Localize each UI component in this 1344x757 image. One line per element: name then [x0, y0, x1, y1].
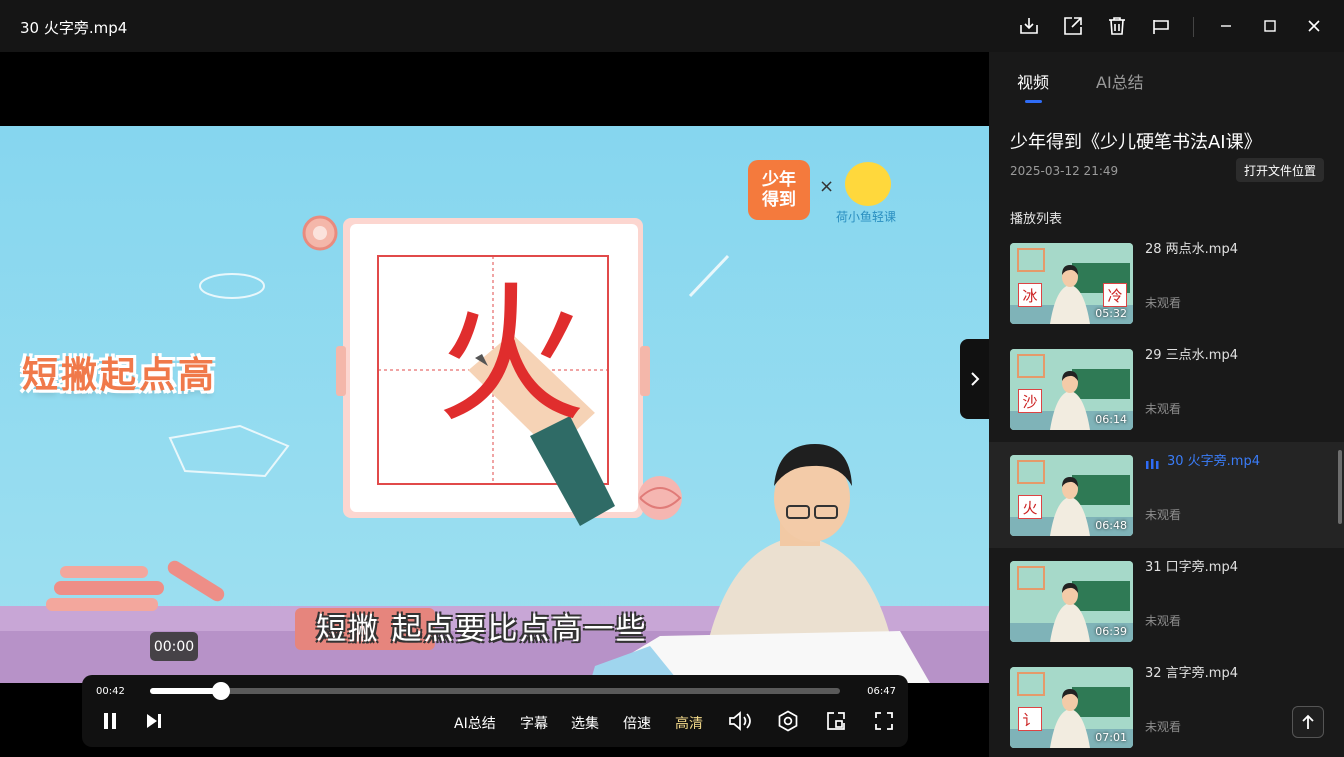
picture-in-picture-icon — [827, 712, 845, 730]
video-frame[interactable]: 少年得到 × 荷小鱼轻课 短撇起点高 火 短撇 起点要比点高一些 — [0, 126, 989, 683]
playlist-item[interactable]: 沙 06:14 29 三点水.mp4 未观看 — [989, 336, 1344, 442]
video-thumbnail: 沙 06:14 — [1010, 349, 1133, 430]
watch-status: 未观看 — [1145, 508, 1182, 522]
pause-button[interactable] — [100, 711, 120, 731]
back-to-top-button[interactable] — [1292, 706, 1324, 738]
duration-time: 06:47 — [867, 686, 896, 697]
fullscreen-icon — [875, 712, 893, 730]
course-date: 2025-03-12 21:49 — [1010, 164, 1119, 178]
tab-video[interactable]: 视频 — [1017, 69, 1049, 93]
maximize-icon[interactable] — [1258, 14, 1282, 38]
lesson-character: 火 — [436, 269, 587, 443]
settings-button[interactable] — [776, 710, 800, 732]
brand-logo: 少年得到 — [748, 160, 810, 220]
speed-button[interactable]: 倍速 — [623, 713, 651, 733]
now-playing-icon — [1146, 454, 1160, 473]
video-area[interactable]: 少年得到 × 荷小鱼轻课 短撇起点高 火 短撇 起点要比点高一些 — [0, 52, 989, 757]
open-file-location-button[interactable]: 打开文件位置 — [1236, 158, 1324, 182]
tab-ai-summary[interactable]: AI总结 — [1096, 69, 1144, 93]
fullscreen-button[interactable] — [872, 711, 896, 731]
settings-icon — [778, 710, 798, 732]
titlebar-separator — [1193, 17, 1194, 37]
quality-button[interactable]: 高清 — [675, 713, 703, 733]
playlist-item[interactable]: 讠 07:01 32 言字旁.mp4 未观看 — [989, 654, 1344, 757]
share-icon[interactable] — [1061, 14, 1085, 38]
thumbnail-character: 冷 — [1103, 283, 1127, 307]
thumbnail-character: 冰 — [1018, 283, 1042, 307]
next-button[interactable] — [144, 711, 164, 731]
current-time: 00:42 — [96, 686, 125, 697]
playlist-item[interactable]: 06:39 31 口字旁.mp4 未观看 — [989, 548, 1344, 654]
playlist-label: 播放列表 — [1010, 212, 1063, 227]
progress-handle[interactable] — [212, 682, 231, 700]
video-duration: 06:14 — [1095, 413, 1127, 426]
chevron-right-icon — [970, 372, 979, 386]
video-subtitle: 短撇 起点要比点高一些 — [316, 612, 648, 647]
lesson-slogan: 短撇起点高 — [22, 355, 218, 396]
video-thumbnail: 讠 07:01 — [1010, 667, 1133, 748]
delete-icon[interactable] — [1105, 14, 1129, 38]
playlist-scrollbar[interactable] — [1338, 450, 1342, 524]
pause-icon — [104, 713, 116, 729]
playlist-item-title: 30 火字旁.mp4 — [1167, 454, 1260, 469]
player-controls: 00:42 06:47 AI总结 字幕 选集 倍速 高清 — [82, 675, 908, 747]
video-thumbnail: 冰 冷 05:32 — [1010, 243, 1133, 324]
collapse-panel-button[interactable] — [960, 339, 989, 419]
arrow-up-icon — [1302, 714, 1314, 729]
playlist-item[interactable]: 冰 冷 05:32 28 两点水.mp4 未观看 — [989, 230, 1344, 336]
playlist-item-title: 28 两点水.mp4 — [1145, 242, 1238, 257]
skip-next-icon — [147, 714, 161, 728]
logo-times: × — [819, 176, 835, 197]
title-bar: 30 火字旁.mp4 — [0, 0, 1344, 52]
watch-status: 未观看 — [1145, 614, 1182, 628]
video-thumbnail: 火 06:48 — [1010, 455, 1133, 536]
playlist-item-title: 31 口字旁.mp4 — [1145, 560, 1238, 575]
watch-status: 未观看 — [1145, 402, 1182, 416]
watch-status: 未观看 — [1145, 720, 1182, 734]
video-duration: 06:48 — [1095, 519, 1127, 532]
episodes-button[interactable]: 选集 — [571, 713, 599, 733]
window-title: 30 火字旁.mp4 — [20, 19, 128, 37]
pin-icon[interactable] — [1149, 14, 1173, 38]
video-duration: 05:32 — [1095, 307, 1127, 320]
active-tab-indicator — [1025, 100, 1042, 103]
thumbnail-character: 沙 — [1018, 389, 1042, 413]
thumbnail-character: 火 — [1018, 495, 1042, 519]
ai-summary-button[interactable]: AI总结 — [454, 713, 496, 733]
volume-icon — [729, 711, 751, 731]
partner-mascot — [845, 162, 891, 206]
playlist-item[interactable]: 火 06:48 30 火字旁.mp4 未观看 — [989, 442, 1344, 548]
course-title: 少年得到《少儿硬笔书法AI课》 — [1010, 132, 1262, 153]
close-icon[interactable] — [1302, 14, 1326, 38]
video-duration: 07:01 — [1095, 731, 1127, 744]
video-duration: 06:39 — [1095, 625, 1127, 638]
side-panel: 视频 AI总结 少年得到《少儿硬笔书法AI课》 2025-03-12 21:49… — [989, 52, 1344, 757]
playlist-item-title: 29 三点水.mp4 — [1145, 348, 1238, 363]
picture-in-picture-button[interactable] — [824, 711, 848, 731]
partner-logo-text: 荷小鱼轻课 — [836, 210, 897, 224]
subtitles-button[interactable]: 字幕 — [520, 713, 548, 733]
minimize-icon[interactable] — [1214, 14, 1238, 38]
download-icon[interactable] — [1017, 14, 1041, 38]
progress-fill — [150, 688, 222, 694]
seek-time-tooltip: 00:00 — [150, 632, 198, 661]
progress-bar[interactable] — [150, 682, 840, 700]
watch-status: 未观看 — [1145, 296, 1182, 310]
volume-button[interactable] — [726, 711, 754, 731]
video-thumbnail: 06:39 — [1010, 561, 1133, 642]
playlist-item-title: 32 言字旁.mp4 — [1145, 666, 1238, 681]
thumbnail-character: 讠 — [1018, 707, 1042, 731]
